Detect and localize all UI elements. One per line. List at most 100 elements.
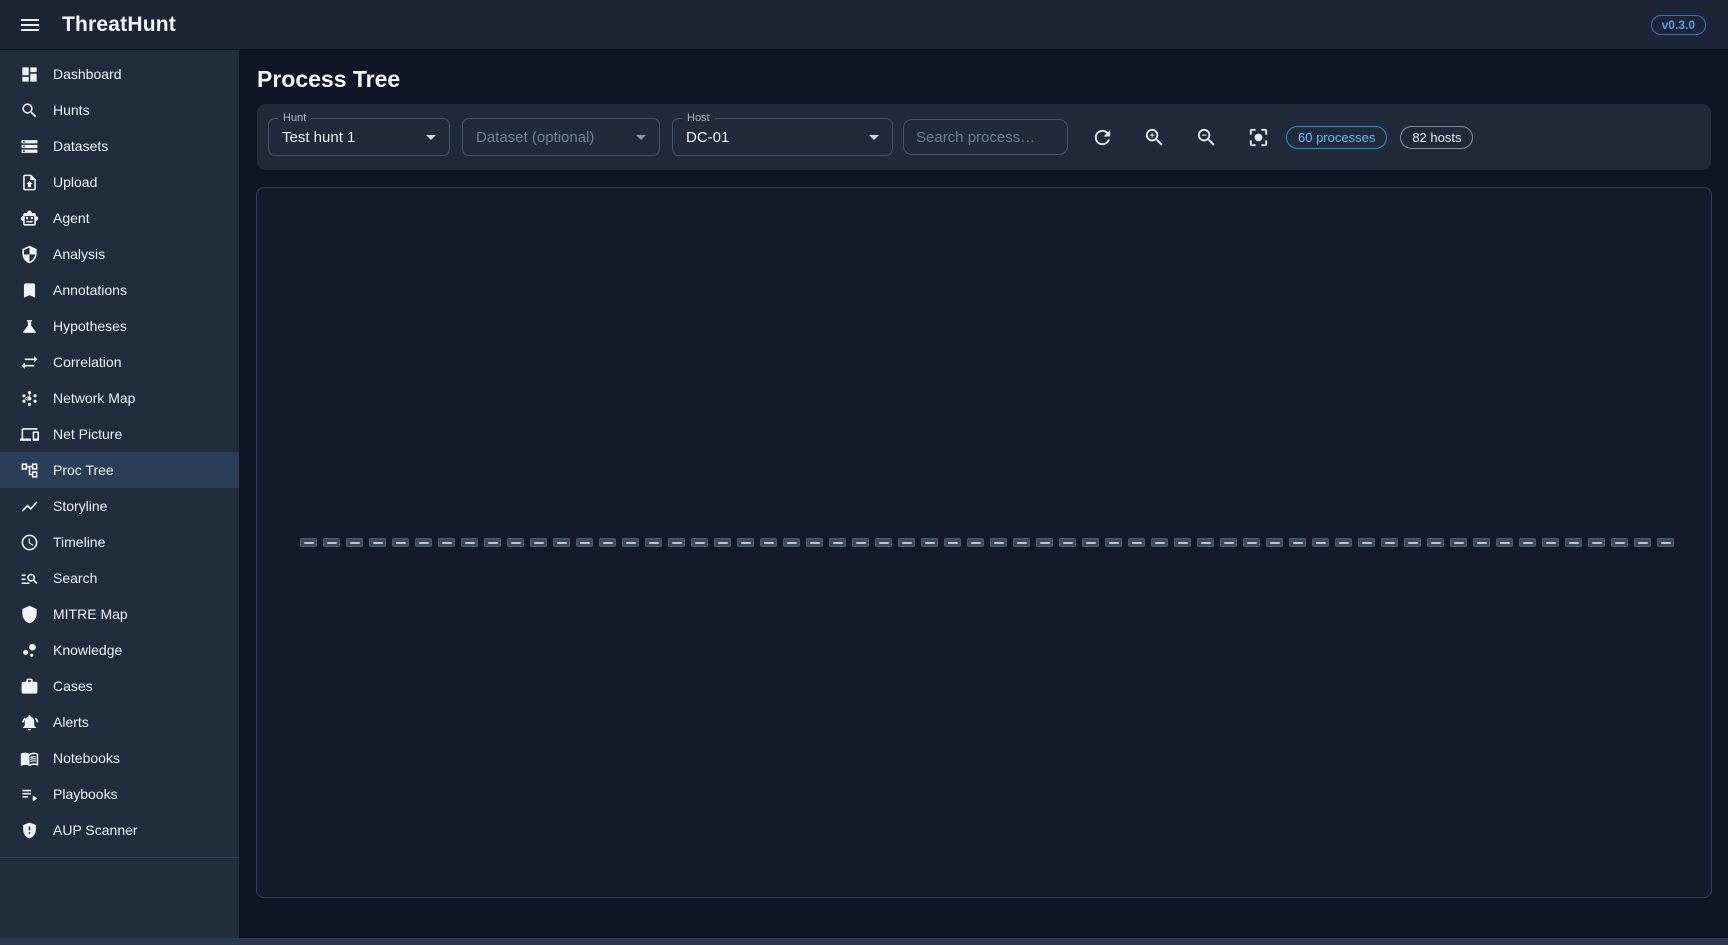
process-node[interactable] [1358,538,1375,547]
zoom-in-button[interactable] [1134,117,1174,157]
sidebar-item-mitre-map[interactable]: MITRE Map [0,596,239,632]
refresh-button[interactable] [1082,117,1122,157]
process-node[interactable] [1105,538,1122,547]
sync-arrows-icon [20,353,39,372]
process-node[interactable] [461,538,478,547]
process-node[interactable] [346,538,363,547]
process-node[interactable] [1565,538,1582,547]
process-node[interactable] [714,538,731,547]
process-node[interactable] [645,538,662,547]
sidebar-item-label: Analysis [53,246,105,262]
process-node[interactable] [1335,538,1352,547]
process-node[interactable] [1496,538,1513,547]
process-node[interactable] [806,538,823,547]
process-node[interactable] [691,538,708,547]
sidebar-item-cases[interactable]: Cases [0,668,239,704]
sidebar-item-storyline[interactable]: Storyline [0,488,239,524]
process-node[interactable] [783,538,800,547]
process-node[interactable] [530,538,547,547]
search-process-input[interactable] [903,119,1068,155]
process-node[interactable] [1473,538,1490,547]
process-node[interactable] [1174,538,1191,547]
sidebar-item-aup-scanner[interactable]: AUP Scanner [0,812,239,848]
sidebar-item-dashboard[interactable]: Dashboard [0,56,239,92]
process-node[interactable] [1381,538,1398,547]
process-node[interactable] [622,538,639,547]
process-node[interactable] [921,538,938,547]
process-node[interactable] [1519,538,1536,547]
process-node[interactable] [1036,538,1053,547]
sidebar-item-annotations[interactable]: Annotations [0,272,239,308]
process-node[interactable] [599,538,616,547]
process-node[interactable] [1266,538,1283,547]
sidebar-item-search[interactable]: Search [0,560,239,596]
process-node[interactable] [1588,538,1605,547]
sidebar-item-alerts[interactable]: Alerts [0,704,239,740]
sidebar-item-upload[interactable]: Upload [0,164,239,200]
process-node[interactable] [1082,538,1099,547]
process-node[interactable] [1151,538,1168,547]
process-node[interactable] [1220,538,1237,547]
process-node[interactable] [737,538,754,547]
horizontal-scrollbar[interactable] [0,938,1728,945]
process-node[interactable] [300,538,317,547]
process-node[interactable] [990,538,1007,547]
process-node[interactable] [1657,538,1674,547]
process-node[interactable] [1542,538,1559,547]
dataset-select[interactable]: Dataset (optional) [462,118,660,156]
process-node[interactable] [668,538,685,547]
sidebar-item-notebooks[interactable]: Notebooks [0,740,239,776]
process-node[interactable] [1243,538,1260,547]
process-node[interactable] [898,538,915,547]
process-node[interactable] [1059,538,1076,547]
process-node[interactable] [852,538,869,547]
sidebar-item-timeline[interactable]: Timeline [0,524,239,560]
sidebar-item-playbooks[interactable]: Playbooks [0,776,239,812]
clock-icon [20,533,39,552]
process-node[interactable] [392,538,409,547]
process-node[interactable] [967,538,984,547]
process-node[interactable] [323,538,340,547]
process-node[interactable] [1611,538,1628,547]
upload-file-icon [20,173,39,192]
sidebar-item-net-picture[interactable]: Net Picture [0,416,239,452]
process-node[interactable] [1197,538,1214,547]
sidebar-item-hypotheses[interactable]: Hypotheses [0,308,239,344]
process-node[interactable] [553,538,570,547]
process-node[interactable] [1312,538,1329,547]
sidebar-item-hunts[interactable]: Hunts [0,92,239,128]
sidebar-item-network-map[interactable]: Network Map [0,380,239,416]
sidebar-item-datasets[interactable]: Datasets [0,128,239,164]
sidebar-item-agent[interactable]: Agent [0,200,239,236]
hunt-select[interactable]: Hunt Test hunt 1 [268,118,450,156]
process-node[interactable] [1128,538,1145,547]
process-node[interactable] [1013,538,1030,547]
zoom-out-button[interactable] [1186,117,1226,157]
menu-icon[interactable] [10,5,50,45]
process-node[interactable] [415,538,432,547]
center-focus-button[interactable] [1238,117,1278,157]
sidebar-item-label: Dashboard [53,66,122,82]
sidebar-item-analysis[interactable]: Analysis [0,236,239,272]
process-node[interactable] [760,538,777,547]
process-node[interactable] [507,538,524,547]
sidebar-item-knowledge[interactable]: Knowledge [0,632,239,668]
sidebar-item-correlation[interactable]: Correlation [0,344,239,380]
process-node[interactable] [875,538,892,547]
sidebar-item-label: Network Map [53,390,135,406]
process-node[interactable] [1634,538,1651,547]
process-node[interactable] [1404,538,1421,547]
sidebar-item-proc-tree[interactable]: Proc Tree [0,452,239,488]
process-tree-canvas[interactable] [256,187,1712,898]
process-node[interactable] [369,538,386,547]
process-node[interactable] [1450,538,1467,547]
process-node[interactable] [1427,538,1444,547]
process-node[interactable] [576,538,593,547]
page-title: Process Tree [257,66,1728,93]
process-node[interactable] [829,538,846,547]
process-node[interactable] [438,538,455,547]
process-node[interactable] [1289,538,1306,547]
host-select[interactable]: Host DC-01 [672,118,893,156]
process-node[interactable] [944,538,961,547]
process-node[interactable] [484,538,501,547]
